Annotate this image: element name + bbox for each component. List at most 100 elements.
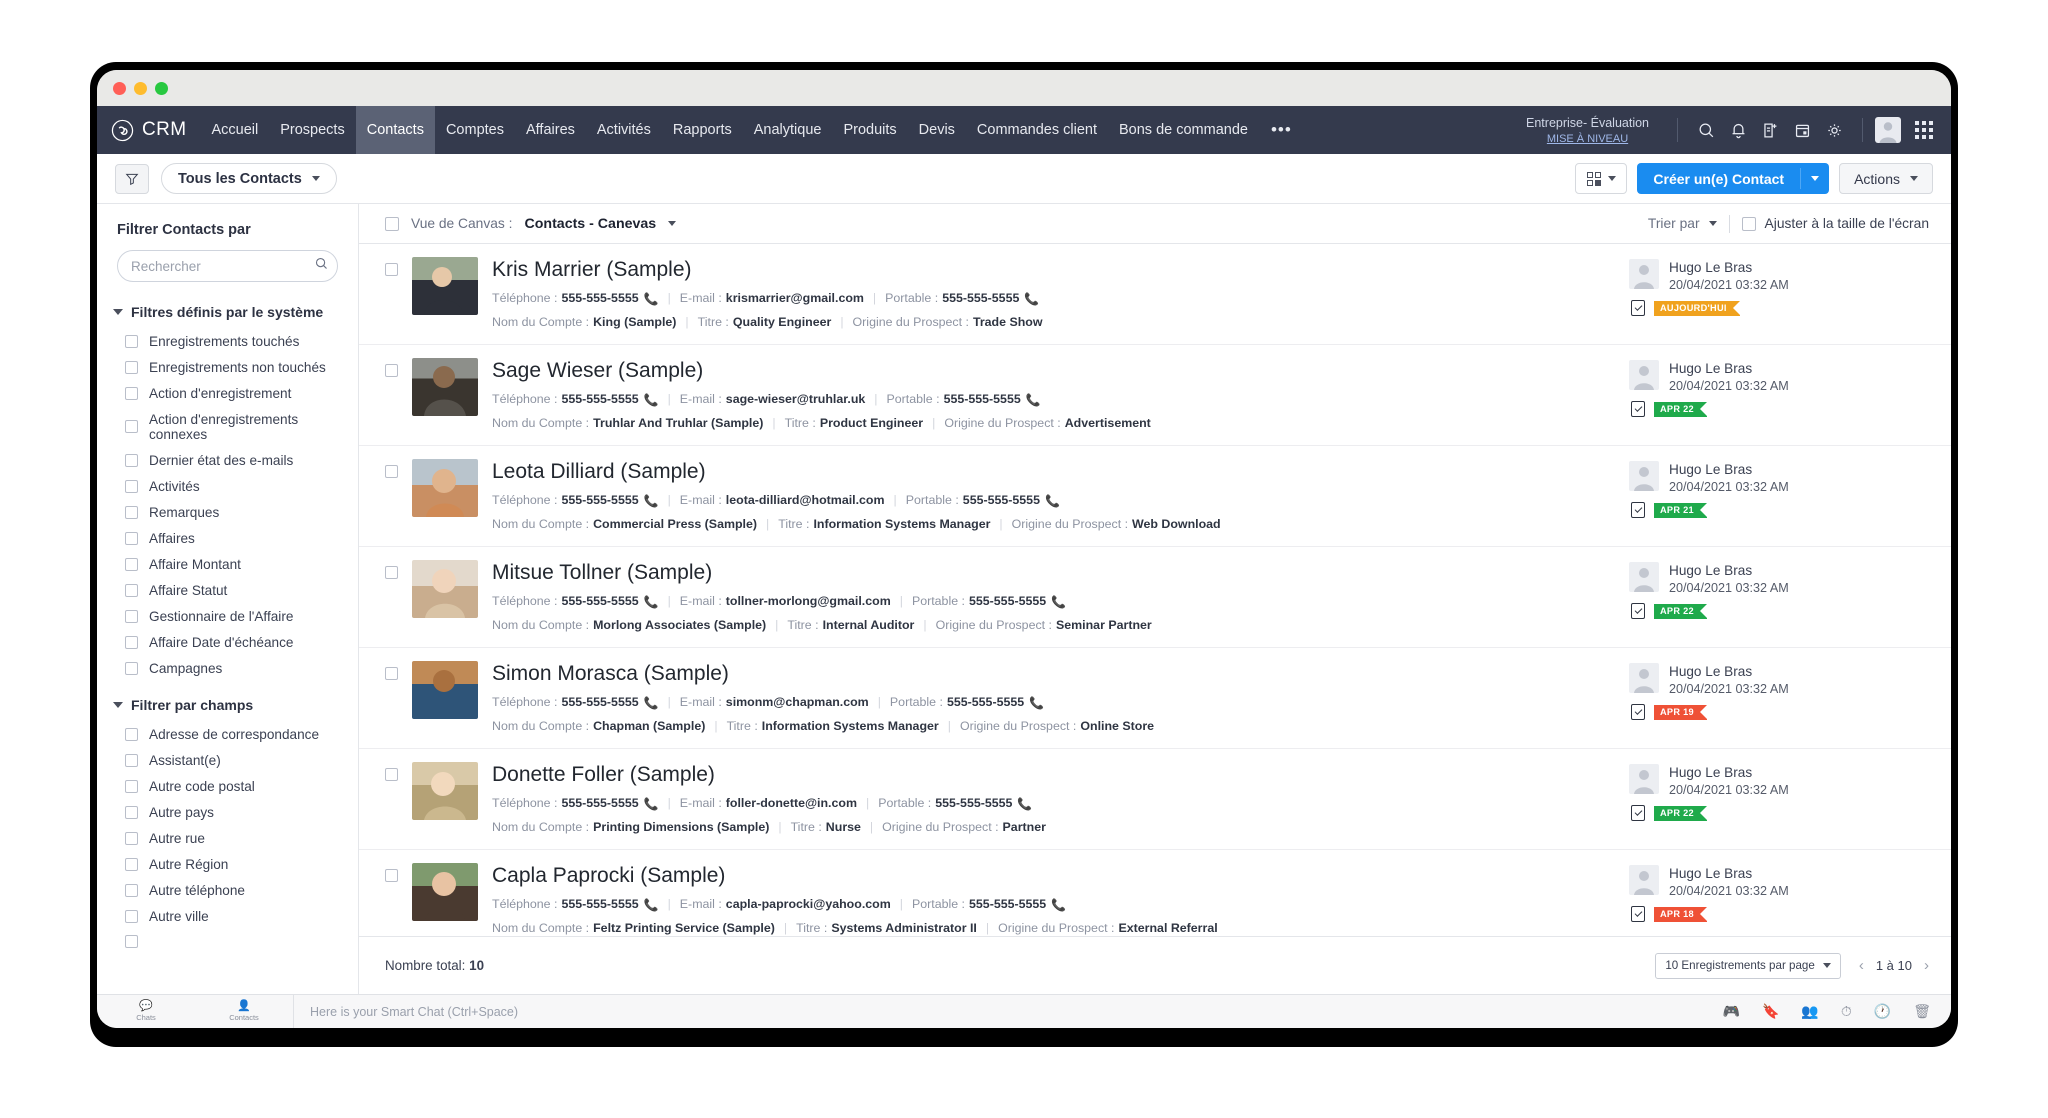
nav-item-produits[interactable]: Produits — [832, 106, 907, 154]
table-row[interactable]: Simon Morasca (Sample) Téléphone :555-55… — [359, 648, 1951, 749]
search-input[interactable] — [131, 258, 308, 274]
task-checklist-icon[interactable] — [1631, 906, 1645, 923]
row-checkbox[interactable] — [385, 364, 398, 377]
phone-icon[interactable]: 📞 — [1017, 793, 1032, 816]
sidebar-item-affaire-date-decheance[interactable]: Affaire Date d'échéance — [97, 629, 358, 655]
contact-name[interactable]: Sage Wieser (Sample) — [492, 359, 1615, 383]
sidebar-item-action-enregistrements-connexes[interactable]: Action d'enregistrements connexes — [97, 406, 358, 447]
nav-item-rapports[interactable]: Rapports — [662, 106, 743, 154]
records-per-page-select[interactable]: 10 Enregistrements par page — [1655, 952, 1841, 979]
checkbox[interactable] — [125, 635, 138, 649]
sidebar-item-enregistrements-touches[interactable]: Enregistrements touchés — [97, 328, 358, 354]
phone-icon[interactable]: 📞 — [644, 692, 659, 715]
sidebar-group-system-filters[interactable]: Filtres définis par le système — [97, 296, 358, 328]
checkbox[interactable] — [125, 727, 138, 741]
nav-item-affaires[interactable]: Affaires — [515, 106, 586, 154]
checkbox[interactable] — [125, 453, 138, 467]
enterprise-info[interactable]: Entreprise- Évaluation MISE À NIVEAU — [1526, 113, 1649, 147]
table-row[interactable]: Leota Dilliard (Sample) Téléphone :555-5… — [359, 446, 1951, 547]
checkbox[interactable] — [125, 779, 138, 793]
checkbox[interactable] — [1741, 216, 1756, 231]
task-checklist-icon[interactable] — [1631, 300, 1645, 317]
sidebar-item-action-enregistrement[interactable]: Action d'enregistrement — [97, 380, 358, 406]
sidebar-item-remarques[interactable]: Remarques — [97, 499, 358, 525]
row-checkbox[interactable] — [385, 566, 398, 579]
sidebar-item-dernier-etat-des-emails[interactable]: Dernier état des e-mails — [97, 447, 358, 473]
checkbox[interactable] — [125, 531, 138, 545]
checkbox[interactable] — [125, 883, 138, 897]
canvas-view-value[interactable]: Contacts - Canevas — [525, 216, 657, 232]
sidebar-item-autre-pays[interactable]: Autre pays — [97, 799, 358, 825]
close-icon[interactable] — [113, 81, 126, 95]
contact-name[interactable]: Mitsue Tollner (Sample) — [492, 561, 1615, 585]
nav-item-analytique[interactable]: Analytique — [743, 106, 833, 154]
nav-item-comptes[interactable]: Comptes — [435, 106, 515, 154]
task-checklist-icon[interactable] — [1631, 805, 1645, 822]
search-icon[interactable] — [1690, 114, 1722, 146]
sidebar-item-gestionnaire-de-laffaire[interactable]: Gestionnaire de l'Affaire — [97, 603, 358, 629]
sidebar-item-partial[interactable] — [97, 929, 358, 953]
statusbar-tab-chats[interactable]: 💬 Chats — [97, 995, 195, 1029]
phone-icon[interactable]: 📞 — [644, 389, 659, 412]
phone-icon[interactable]: 📞 — [644, 793, 659, 816]
table-row[interactable]: Kris Marrier (Sample) Téléphone :555-555… — [359, 244, 1951, 345]
prev-page-icon[interactable]: ‹ — [1859, 957, 1864, 974]
bookmark-icon[interactable]: 🔖 — [1762, 1003, 1779, 1020]
sidebar-item-autre-region[interactable]: Autre Région — [97, 851, 358, 877]
checkbox[interactable] — [125, 857, 138, 871]
phone-icon[interactable]: 📞 — [644, 490, 659, 513]
smart-chat-input[interactable]: Here is your Smart Chat (Ctrl+Space) — [294, 1005, 518, 1019]
minimize-icon[interactable] — [134, 81, 147, 95]
task-checklist-icon[interactable] — [1631, 401, 1645, 418]
sidebar-item-enregistrements-non-touches[interactable]: Enregistrements non touchés — [97, 354, 358, 380]
nav-item-activites[interactable]: Activités — [586, 106, 662, 154]
phone-icon[interactable]: 📞 — [644, 894, 659, 917]
sidebar-item-activites[interactable]: Activités — [97, 473, 358, 499]
table-row[interactable]: Mitsue Tollner (Sample) Téléphone :555-5… — [359, 547, 1951, 648]
sidebar-item-autre-code-postal[interactable]: Autre code postal — [97, 773, 358, 799]
nav-item-prospects[interactable]: Prospects — [269, 106, 355, 154]
sidebar-item-campagnes[interactable]: Campagnes — [97, 655, 358, 681]
nav-item-devis[interactable]: Devis — [908, 106, 966, 154]
funnel-icon[interactable] — [115, 163, 149, 194]
phone-icon[interactable]: 📞 — [1051, 591, 1066, 614]
clock-icon[interactable]: ⏱ — [1841, 1003, 1852, 1020]
trash-icon[interactable]: 🗑 — [1913, 1003, 1931, 1020]
chevron-down-icon[interactable] — [668, 221, 677, 226]
checkbox[interactable] — [125, 479, 138, 493]
create-contact-dropdown[interactable] — [1801, 163, 1829, 194]
checkbox[interactable] — [125, 909, 138, 923]
calendar-icon[interactable] — [1786, 114, 1818, 146]
task-checklist-icon[interactable] — [1631, 603, 1645, 620]
create-contact-button[interactable]: Créer un(e) Contact — [1637, 163, 1830, 194]
gear-icon[interactable] — [1818, 114, 1850, 146]
row-checkbox[interactable] — [385, 263, 398, 276]
table-row[interactable]: Capla Paprocki (Sample) Téléphone :555-5… — [359, 850, 1951, 936]
brand[interactable]: CRM — [111, 119, 186, 142]
phone-icon[interactable]: 📞 — [644, 591, 659, 614]
checkbox[interactable] — [125, 386, 138, 400]
note-add-icon[interactable] — [1754, 114, 1786, 146]
sidebar-search[interactable] — [117, 250, 338, 282]
task-checklist-icon[interactable] — [1631, 502, 1645, 519]
game-icon[interactable]: 🎮 — [1723, 1003, 1740, 1020]
task-checklist-icon[interactable] — [1631, 704, 1645, 721]
checkbox[interactable] — [125, 831, 138, 845]
contact-name[interactable]: Donette Foller (Sample) — [492, 763, 1615, 787]
sort-by-button[interactable]: Trier par — [1648, 216, 1717, 231]
contact-name[interactable]: Simon Morasca (Sample) — [492, 662, 1615, 686]
contact-name[interactable]: Capla Paprocki (Sample) — [492, 864, 1615, 888]
kanban-view-icon[interactable] — [1575, 163, 1628, 194]
checkbox[interactable] — [125, 753, 138, 767]
sidebar-item-autre-rue[interactable]: Autre rue — [97, 825, 358, 851]
checkbox[interactable] — [125, 934, 138, 948]
table-row[interactable]: Sage Wieser (Sample) Téléphone :555-555-… — [359, 345, 1951, 446]
phone-icon[interactable]: 📞 — [644, 288, 659, 311]
fit-to-screen-toggle[interactable]: Ajuster à la taille de l'écran — [1741, 216, 1929, 231]
contact-name[interactable]: Leota Dilliard (Sample) — [492, 460, 1615, 484]
upgrade-link[interactable]: MISE À NIVEAU — [1526, 133, 1649, 147]
checkbox[interactable] — [125, 360, 138, 374]
phone-icon[interactable]: 📞 — [1045, 490, 1060, 513]
checkbox[interactable] — [125, 557, 138, 571]
sidebar-item-assistante[interactable]: Assistant(e) — [97, 747, 358, 773]
